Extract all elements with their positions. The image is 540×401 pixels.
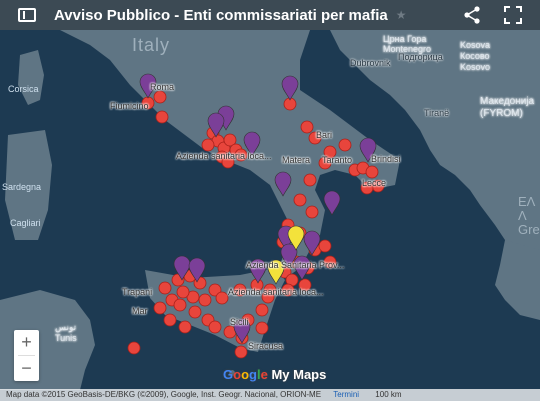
label-greece: ΕΛ Λ Gre xyxy=(518,194,540,237)
marker-dot-red[interactable] xyxy=(188,305,202,319)
label-tunis: تونس Tunis xyxy=(55,322,77,343)
marker-dot-red[interactable] xyxy=(255,321,269,335)
label-lecce: Lecce xyxy=(362,178,387,188)
marker-dot-red[interactable] xyxy=(338,138,352,152)
label-cagliari: Cagliari xyxy=(10,218,41,228)
label-marsala: Mar xyxy=(132,306,148,316)
marker-dot-red[interactable] xyxy=(178,320,192,334)
label-roma: Roma xyxy=(150,82,175,92)
label-trapani: Trapani xyxy=(122,287,153,297)
map-header: Avviso Pubblico - Enti commissariati per… xyxy=(0,0,540,30)
marker-label-azienda-1[interactable]: Azienda sanitaria loca... xyxy=(176,151,272,161)
marker-dot-red[interactable] xyxy=(300,120,314,134)
marker-dot-red[interactable] xyxy=(198,293,212,307)
marker-label-azienda-3[interactable]: Azienda sanitaria loca... xyxy=(228,287,324,297)
marker-dot-red[interactable] xyxy=(201,138,215,152)
marker-dot-red[interactable] xyxy=(155,110,169,124)
label-corsica: Corsica xyxy=(8,84,39,94)
label-fiumicino: Fiumicino xyxy=(110,101,149,111)
fullscreen-icon[interactable] xyxy=(504,6,522,24)
marker-dot-red[interactable] xyxy=(293,193,307,207)
share-icon[interactable] xyxy=(462,5,482,25)
marker-dot-red[interactable] xyxy=(303,173,317,187)
map-title: Avviso Pubblico - Enti commissariati per… xyxy=(54,6,388,24)
sidebar-toggle-icon[interactable] xyxy=(18,8,36,22)
label-matera: Matera xyxy=(282,155,311,165)
marker-dot-red[interactable] xyxy=(215,291,229,305)
label-sardegna: Sardegna xyxy=(2,182,42,192)
label-brindisi: Brindisi xyxy=(371,154,401,164)
marker-dot-red[interactable] xyxy=(365,165,379,179)
star-icon[interactable]: ★ xyxy=(396,8,407,22)
label-bari: Bari xyxy=(316,130,333,140)
marker-dot-red[interactable] xyxy=(163,313,177,327)
marker-dot-red[interactable] xyxy=(153,301,167,315)
marker-dot-red[interactable] xyxy=(234,345,248,359)
label-italy: Italy xyxy=(132,35,171,55)
marker-dot-red[interactable] xyxy=(318,239,332,253)
marker-dot-red[interactable] xyxy=(127,341,141,355)
label-sicilia: Sicili xyxy=(230,317,249,327)
marker-dot-red[interactable] xyxy=(305,205,319,219)
label-macedonia: Македонија (FYROM) xyxy=(480,96,535,119)
marker-dot-red[interactable] xyxy=(173,298,187,312)
scale-label: 100 km xyxy=(375,390,402,399)
label-taranto: Taranto xyxy=(322,155,353,165)
marker-dot-red[interactable] xyxy=(176,285,190,299)
label-tirane: Tiranë xyxy=(424,108,450,118)
marker-dot-red[interactable] xyxy=(158,281,172,295)
map-attribution: Map data ©2015 GeoBasis-DE/BKG (©2009), … xyxy=(0,389,540,401)
terms-link[interactable]: Termini xyxy=(333,390,359,399)
marker-dot-red[interactable] xyxy=(153,90,167,104)
zoom-in-button[interactable]: + xyxy=(14,330,39,355)
label-kosovo: Kosova Косово Kosovo xyxy=(460,40,491,72)
label-dubrovnik: Dubrovnik xyxy=(350,58,391,68)
zoom-control: + − xyxy=(14,330,39,381)
zoom-out-button[interactable]: − xyxy=(14,356,39,381)
marker-dot-red[interactable] xyxy=(208,320,222,334)
attribution-text: Map data ©2015 GeoBasis-DE/BKG (©2009), … xyxy=(6,390,322,399)
label-montenegro: Црна Гора Montenegro xyxy=(383,34,432,54)
google-my-maps-logo: Google My Maps xyxy=(223,367,327,382)
map-viewer: Italy Roma Fiumicino Corsica Sardegna Ca… xyxy=(0,0,540,401)
label-siracusa: Siracusa xyxy=(248,341,284,351)
marker-dot-red[interactable] xyxy=(255,303,269,317)
marker-label-azienda-2[interactable]: Azienda Sanitaria Prov... xyxy=(246,260,344,270)
